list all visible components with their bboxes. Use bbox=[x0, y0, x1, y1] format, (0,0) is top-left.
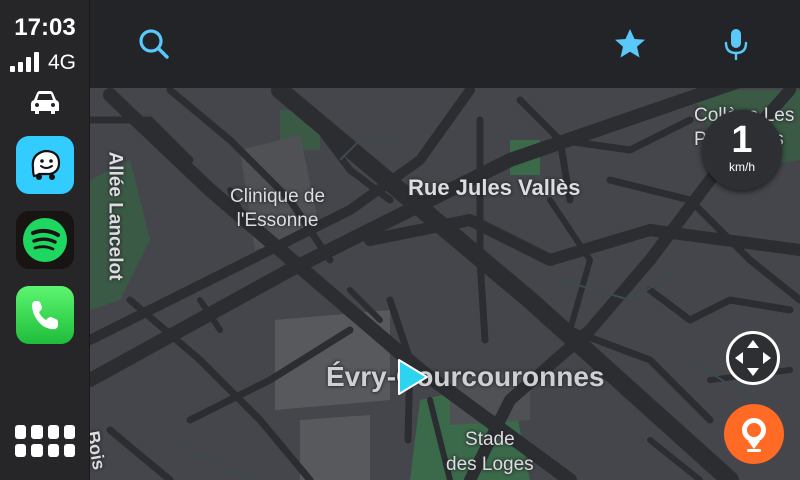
star-icon[interactable] bbox=[612, 26, 648, 62]
carplay-sidebar: 17:03 4G bbox=[0, 0, 90, 480]
map-top-bar bbox=[90, 0, 800, 88]
waze-app-icon[interactable] bbox=[16, 136, 74, 194]
app-grid-icon[interactable] bbox=[15, 425, 75, 457]
car-icon[interactable] bbox=[28, 88, 62, 116]
street-label-allee-lancelot: Allée Lancelot bbox=[104, 151, 126, 281]
speed-unit: km/h bbox=[728, 160, 755, 174]
place-label-clinique: Clinique de l'Essonne bbox=[230, 186, 326, 231]
phone-app-icon[interactable] bbox=[16, 286, 74, 344]
report-button[interactable] bbox=[724, 404, 784, 464]
microphone-icon[interactable] bbox=[718, 26, 754, 62]
speed-value: 1 bbox=[731, 119, 753, 161]
street-label-rue-jules-valles: Rue Jules Vallès bbox=[408, 175, 581, 200]
status-time: 17:03 bbox=[14, 14, 76, 41]
speedometer: 1 km/h bbox=[702, 110, 782, 190]
pan-map-button[interactable] bbox=[726, 331, 780, 385]
city-label: Évry-Courcouronnes bbox=[326, 361, 605, 392]
pan-arrows-icon bbox=[735, 340, 771, 376]
network-type: 4G bbox=[48, 51, 77, 74]
place-label-stade: Stade des Loges bbox=[446, 429, 534, 475]
current-position-arrow-icon bbox=[398, 359, 428, 395]
spotify-app-icon[interactable] bbox=[16, 211, 74, 269]
search-icon[interactable] bbox=[136, 26, 172, 62]
report-pin-icon bbox=[742, 418, 766, 452]
signal-strength-icon bbox=[10, 52, 39, 72]
